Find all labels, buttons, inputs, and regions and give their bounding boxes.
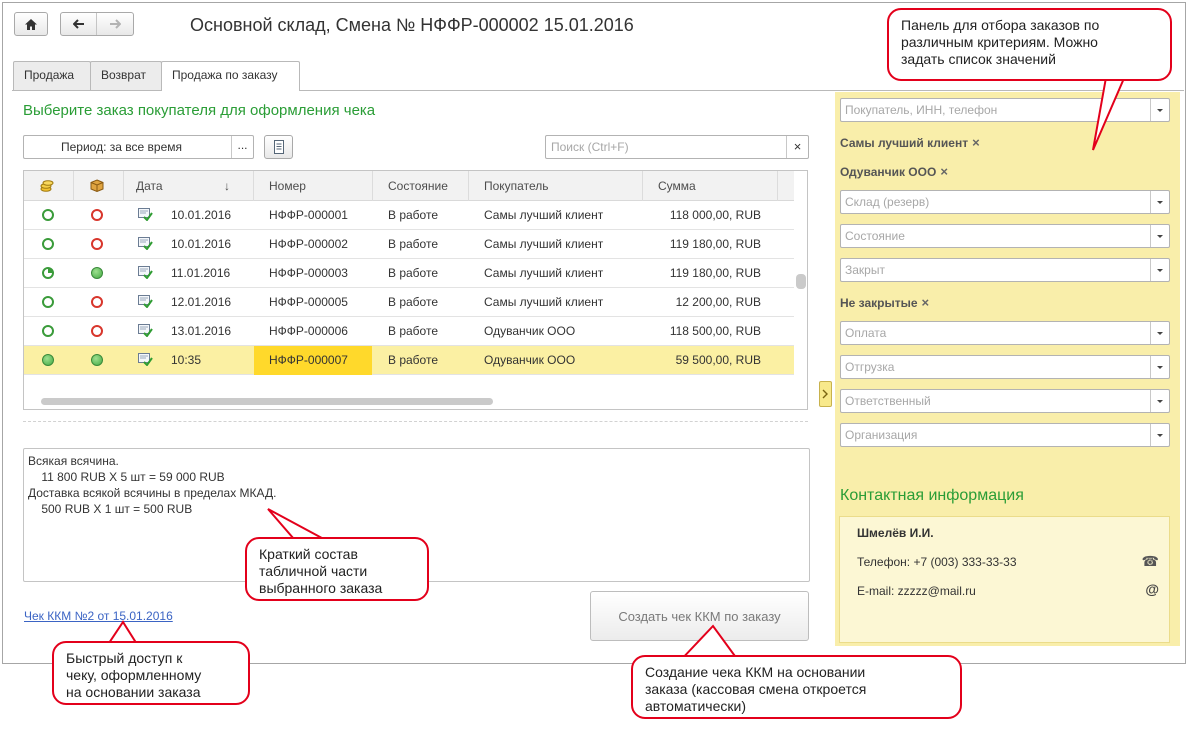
callout-line: табличной части — [259, 563, 368, 579]
callout-create: Создание чека ККМ на основании заказа (к… — [631, 655, 962, 719]
callout-line: Быстрый доступ к — [66, 650, 183, 666]
callout-line: автоматически) — [645, 698, 746, 714]
callout-line: Создание чека ККМ на основании — [645, 664, 866, 680]
callout-line: заказа (кассовая смена откроется — [645, 681, 867, 697]
callout-line: различным критериям. Можно — [901, 34, 1098, 50]
callout-pointers — [104, 71, 1126, 664]
callout-line: Краткий состав — [259, 546, 358, 562]
callout-contents: Краткий состав табличной части выбранног… — [245, 537, 429, 601]
callout-filter-panel: Панель для отбора заказов по различным к… — [887, 8, 1172, 81]
callout-line: Панель для отбора заказов по — [901, 17, 1100, 33]
callout-line: на основании заказа — [66, 684, 201, 700]
callout-line: выбранного заказа — [259, 580, 383, 596]
callout-quick-access: Быстрый доступ к чеку, оформленному на о… — [52, 641, 250, 705]
callout-line: чеку, оформленному — [66, 667, 202, 683]
callout-line: задать список значений — [901, 51, 1056, 67]
